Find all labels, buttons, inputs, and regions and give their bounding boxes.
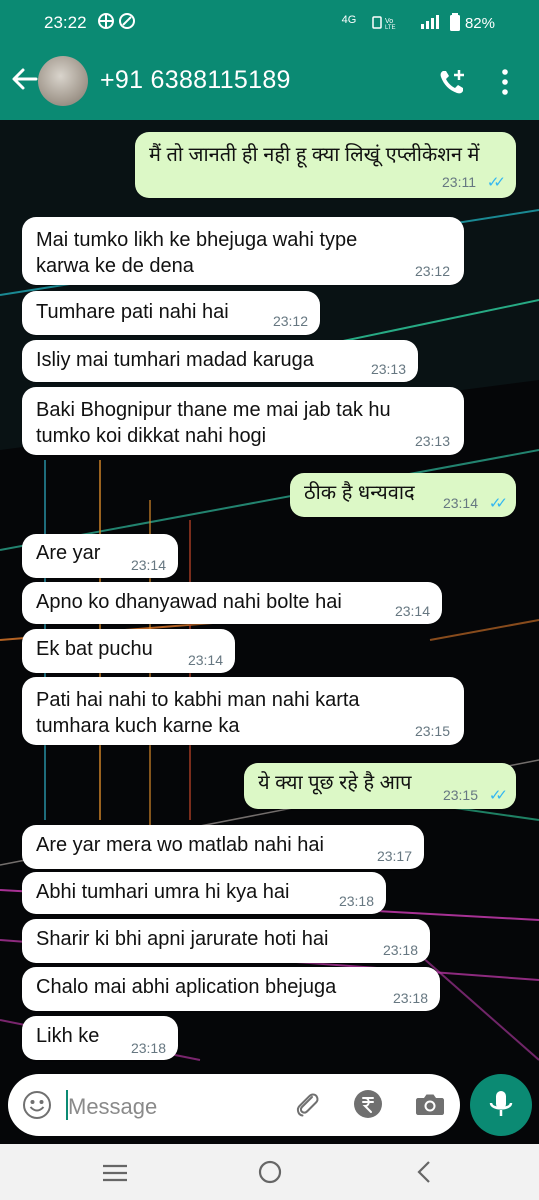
attach-icon[interactable]	[292, 1090, 322, 1120]
message-time: 23:14	[187, 652, 223, 668]
message-input[interactable]	[66, 1088, 270, 1126]
system-nav-bar	[0, 1144, 539, 1200]
chat-area[interactable]: मैं तो जानती ही नही हू क्या लिखूं एप्लीक…	[0, 120, 539, 1070]
svg-text:Vo: Vo	[385, 18, 393, 25]
message-time: 23:14	[130, 557, 166, 573]
message-time: 23:12	[272, 313, 308, 329]
read-ticks-icon: ✓✓	[488, 787, 508, 804]
message-text: Chalo mai abhi aplication bhejuga	[36, 976, 337, 998]
camera-icon[interactable]	[414, 1089, 446, 1119]
message-time: 23:15	[414, 723, 450, 739]
message-time: 23:18	[338, 893, 374, 909]
message-incoming[interactable]: Likh ke 23:18	[22, 1016, 178, 1060]
app-notification-icon	[98, 13, 135, 29]
message-incoming[interactable]: Pati hai nahi to kabhi man nahi karta tu…	[22, 677, 464, 745]
contact-name[interactable]: +91 6388115189	[100, 66, 291, 95]
battery-icon	[449, 13, 460, 31]
more-vert-icon[interactable]	[500, 68, 510, 96]
message-time: 23:13	[414, 433, 450, 449]
message-time: 23:18	[392, 990, 428, 1006]
status-bar: 23:22 Vo LTE 4G 82%	[0, 0, 539, 44]
message-text: Sharir ki bhi apni jarurate hoti hai	[36, 928, 329, 950]
network-type: 4G	[341, 14, 357, 26]
mic-icon	[489, 1091, 513, 1116]
battery-percent: 82%	[464, 15, 495, 32]
recents-icon[interactable]	[101, 1158, 129, 1186]
emoji-icon[interactable]	[22, 1090, 52, 1120]
arrow-left-icon[interactable]	[10, 64, 40, 101]
message-text: Apno ko dhanyawad nahi bolte hai	[36, 591, 342, 613]
status-right: Vo LTE 4G 82%	[342, 13, 495, 32]
message-time: 23:11	[442, 174, 476, 190]
message-incoming[interactable]: Abhi tumhari umra hi kya hai 23:18	[22, 872, 386, 914]
message-time: 23:13	[370, 361, 406, 377]
message-text: Abhi tumhari umra hi kya hai	[36, 881, 290, 903]
message-incoming[interactable]: Mai tumko likh ke bhejuga wahi type karw…	[22, 217, 464, 285]
message-time: 23:14	[442, 495, 478, 511]
message-incoming[interactable]: Are yar mera wo matlab nahi hai 23:17	[22, 825, 424, 869]
message-incoming[interactable]: Chalo mai abhi aplication bhejuga 23:18	[22, 967, 440, 1011]
message-time: 23:12	[414, 263, 450, 279]
message-incoming[interactable]: Apno ko dhanyawad nahi bolte hai 23:14	[22, 582, 442, 624]
message-incoming[interactable]: Baki Bhognipur thane me mai jab tak hu t…	[22, 387, 464, 455]
message-text: मैं तो जानती ही नही हू क्या लिखूं एप्लीक…	[149, 144, 480, 166]
message-text: Pati hai nahi to kabhi man nahi karta tu…	[36, 689, 360, 737]
payment-rupee-icon[interactable]	[353, 1089, 383, 1119]
message-incoming[interactable]: Sharir ki bhi apni jarurate hoti hai 23:…	[22, 919, 430, 963]
message-text: Tumhare pati nahi hai	[36, 301, 229, 323]
message-outgoing[interactable]: मैं तो जानती ही नही हू क्या लिखूं एप्लीक…	[135, 132, 516, 198]
message-text: Ek bat puchu	[36, 638, 153, 660]
message-time: 23:18	[130, 1040, 166, 1056]
message-text: Likh ke	[36, 1025, 100, 1047]
back-nav-icon[interactable]	[410, 1158, 438, 1186]
message-time: 23:15	[442, 787, 478, 803]
message-incoming[interactable]: Are yar 23:14	[22, 534, 178, 578]
read-ticks-icon: ✓✓	[486, 174, 506, 191]
message-text: Are yar mera wo matlab nahi hai	[36, 834, 324, 856]
message-incoming[interactable]: Ek bat puchu 23:14	[22, 629, 235, 673]
notification-icons	[97, 12, 137, 37]
message-time: 23:14	[394, 603, 430, 619]
message-text: Are yar	[36, 542, 101, 564]
message-outgoing[interactable]: ये क्या पूछ रहे है आप 23:15 ✓✓	[244, 763, 516, 809]
status-time: 23:22	[44, 13, 87, 32]
message-incoming[interactable]: Isliy mai tumhari madad karuga 23:13	[22, 340, 418, 382]
home-icon[interactable]	[256, 1158, 284, 1186]
message-text: Baki Bhognipur thane me mai jab tak hu t…	[36, 399, 391, 447]
message-time: 23:17	[376, 848, 412, 864]
message-text: Mai tumko likh ke bhejuga wahi type karw…	[36, 229, 358, 277]
message-text: ठीक है धन्यवाद	[304, 482, 415, 504]
message-incoming[interactable]: Tumhare pati nahi hai 23:12	[22, 291, 320, 335]
message-time: 23:18	[382, 942, 418, 958]
mic-button[interactable]	[470, 1074, 532, 1136]
message-text: Isliy mai tumhari madad karuga	[36, 349, 314, 371]
add-call-icon[interactable]	[438, 68, 466, 96]
message-outgoing[interactable]: ठीक है धन्यवाद 23:14 ✓✓	[290, 473, 516, 517]
signal-icons: Vo LTE	[371, 15, 439, 31]
message-text: ये क्या पूछ रहे है आप	[258, 772, 412, 794]
read-ticks-icon: ✓✓	[488, 495, 508, 512]
chat-header: +91 6388115189	[0, 44, 539, 120]
svg-text:LTE: LTE	[385, 25, 396, 30]
avatar[interactable]	[38, 56, 88, 106]
